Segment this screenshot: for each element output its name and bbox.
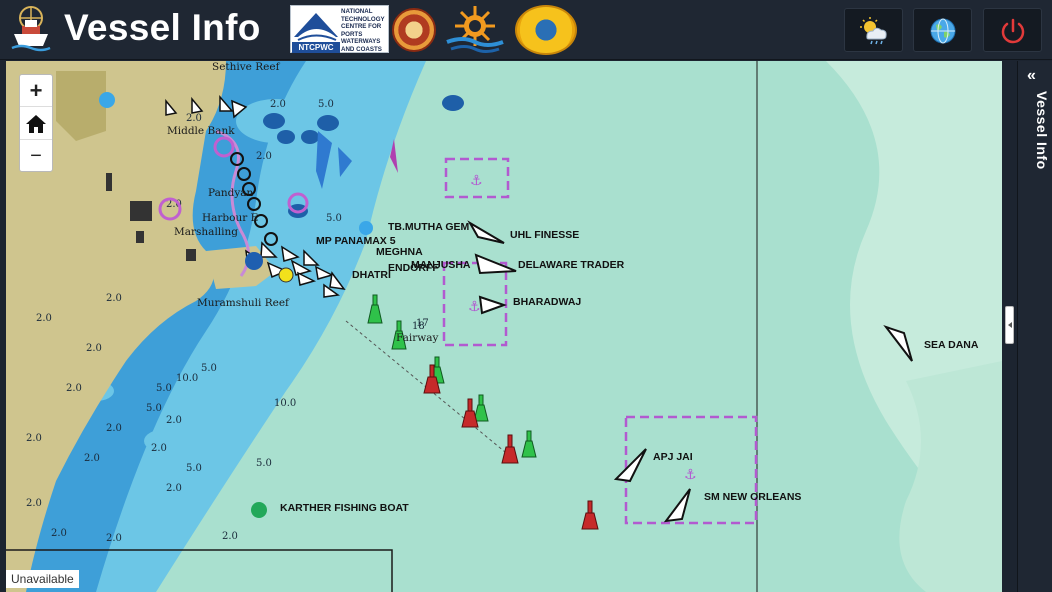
svg-text:⚓: ⚓ xyxy=(684,467,697,483)
svg-text:2.0: 2.0 xyxy=(26,433,42,444)
home-button[interactable] xyxy=(20,108,52,140)
status-unavailable: Unavailable xyxy=(6,570,79,588)
nautical-map[interactable]: ⚓ ⚓ ⚓ 2.0 2.0 5.0 2.0 5.0 2.0 2.0 2.0 2.0 2.0 5.0… xyxy=(6,61,1002,592)
svg-text:2.0: 2.0 xyxy=(106,293,122,304)
svg-text:⚓: ⚓ xyxy=(468,299,481,315)
svg-text:5.0: 5.0 xyxy=(146,403,162,414)
svg-text:2.0: 2.0 xyxy=(106,423,122,434)
side-panel-title: Vessel Info xyxy=(1034,91,1050,170)
svg-text:⚓: ⚓ xyxy=(470,173,483,189)
collapse-chevron-icon[interactable]: « xyxy=(1027,67,1036,85)
zoom-in-button[interactable]: + xyxy=(20,75,52,107)
power-button[interactable] xyxy=(983,8,1042,52)
svg-text:2.0: 2.0 xyxy=(84,453,100,464)
zoom-out-button[interactable]: − xyxy=(20,141,52,173)
vessel-label[interactable]: ENDORFF xyxy=(388,262,439,274)
place-sethive-reef: Sethive Reef xyxy=(212,61,280,73)
place-middle-bank: Middle Bank xyxy=(167,125,235,137)
svg-text:5.0: 5.0 xyxy=(186,463,202,474)
svg-text:2.0: 2.0 xyxy=(66,383,82,394)
ntcpwc-name: NATIONAL TECHNOLOGY CENTRE FOR PORTS WAT… xyxy=(341,8,385,53)
chart-canvas: ⚓ ⚓ ⚓ 2.0 2.0 5.0 2.0 5.0 2.0 2.0 2.0 2.0 2.0 5.0… xyxy=(6,61,1002,592)
svg-text:2.0: 2.0 xyxy=(86,343,102,354)
weather-cloud-sun-icon xyxy=(860,17,887,45)
vessel-info-side-panel[interactable]: « Vessel Info xyxy=(1017,61,1052,592)
place-harbour-e: Harbour E xyxy=(202,212,259,224)
panel-toggle-handle[interactable] xyxy=(1005,306,1014,344)
vessel-label[interactable]: DELAWARE TRADER xyxy=(518,259,624,271)
svg-text:2.0: 2.0 xyxy=(166,483,182,494)
svg-text:10.0: 10.0 xyxy=(176,373,198,384)
vessel-label[interactable]: KARTHER FISHING BOAT xyxy=(280,502,409,514)
vessel-label[interactable]: UHL FINESSE xyxy=(510,229,579,241)
place-pandyan: Pandyan xyxy=(208,187,254,199)
place-fairway: Fairway xyxy=(396,332,439,344)
vessel-label[interactable]: BHARADWAJ xyxy=(513,296,581,308)
vessel-label[interactable]: MEGHNA xyxy=(376,246,423,258)
vessel-label[interactable]: DHATRI xyxy=(352,269,391,281)
globe-button[interactable] xyxy=(913,8,972,52)
power-icon xyxy=(1001,18,1025,44)
svg-text:18: 18 xyxy=(412,321,425,332)
svg-text:5.0: 5.0 xyxy=(318,99,334,110)
sagarmala-logo xyxy=(446,6,504,53)
svg-text:5.0: 5.0 xyxy=(326,213,342,224)
ship-logo-icon xyxy=(11,6,51,52)
svg-text:2.0: 2.0 xyxy=(166,415,182,426)
vessel-label[interactable]: SEA DANA xyxy=(924,339,978,351)
svg-text:2.0: 2.0 xyxy=(26,498,42,509)
svg-text:5.0: 5.0 xyxy=(256,458,272,469)
svg-text:2.0: 2.0 xyxy=(186,113,202,124)
globe-icon xyxy=(930,18,956,44)
svg-text:2.0: 2.0 xyxy=(270,99,286,110)
vessel-label[interactable]: APJ JAI xyxy=(653,451,693,463)
app-header: Vessel Info NTCPWC NATIONAL TECHNOLOGY C… xyxy=(0,0,1052,60)
ntcpwc-abbr: NTCPWC xyxy=(292,42,340,53)
svg-text:2.0: 2.0 xyxy=(106,533,122,544)
home-icon xyxy=(26,115,46,133)
app-title: Vessel Info xyxy=(64,7,261,48)
vessel-label[interactable]: TB.MUTHA GEM xyxy=(388,221,469,233)
ntcpwc-logo: NTCPWC NATIONAL TECHNOLOGY CENTRE FOR PO… xyxy=(290,5,389,53)
map-zoom-control: + − xyxy=(19,74,53,172)
weather-button[interactable] xyxy=(844,8,903,52)
vessel-label[interactable]: SM NEW ORLEANS xyxy=(704,491,801,503)
svg-text:10.0: 10.0 xyxy=(274,398,296,409)
iit-madras-logo xyxy=(392,8,436,52)
svg-text:2.0: 2.0 xyxy=(256,151,272,162)
place-marshalling: Marshalling xyxy=(174,226,238,238)
svg-text:2.0: 2.0 xyxy=(222,531,238,542)
svg-text:2.0: 2.0 xyxy=(51,528,67,539)
svg-text:2.0: 2.0 xyxy=(36,313,52,324)
svg-text:5.0: 5.0 xyxy=(201,363,217,374)
port-trust-logo xyxy=(515,5,577,55)
svg-text:2.0: 2.0 xyxy=(151,443,167,454)
svg-text:5.0: 5.0 xyxy=(156,383,172,394)
place-muramshuli-reef: Muramshuli Reef xyxy=(197,297,289,309)
